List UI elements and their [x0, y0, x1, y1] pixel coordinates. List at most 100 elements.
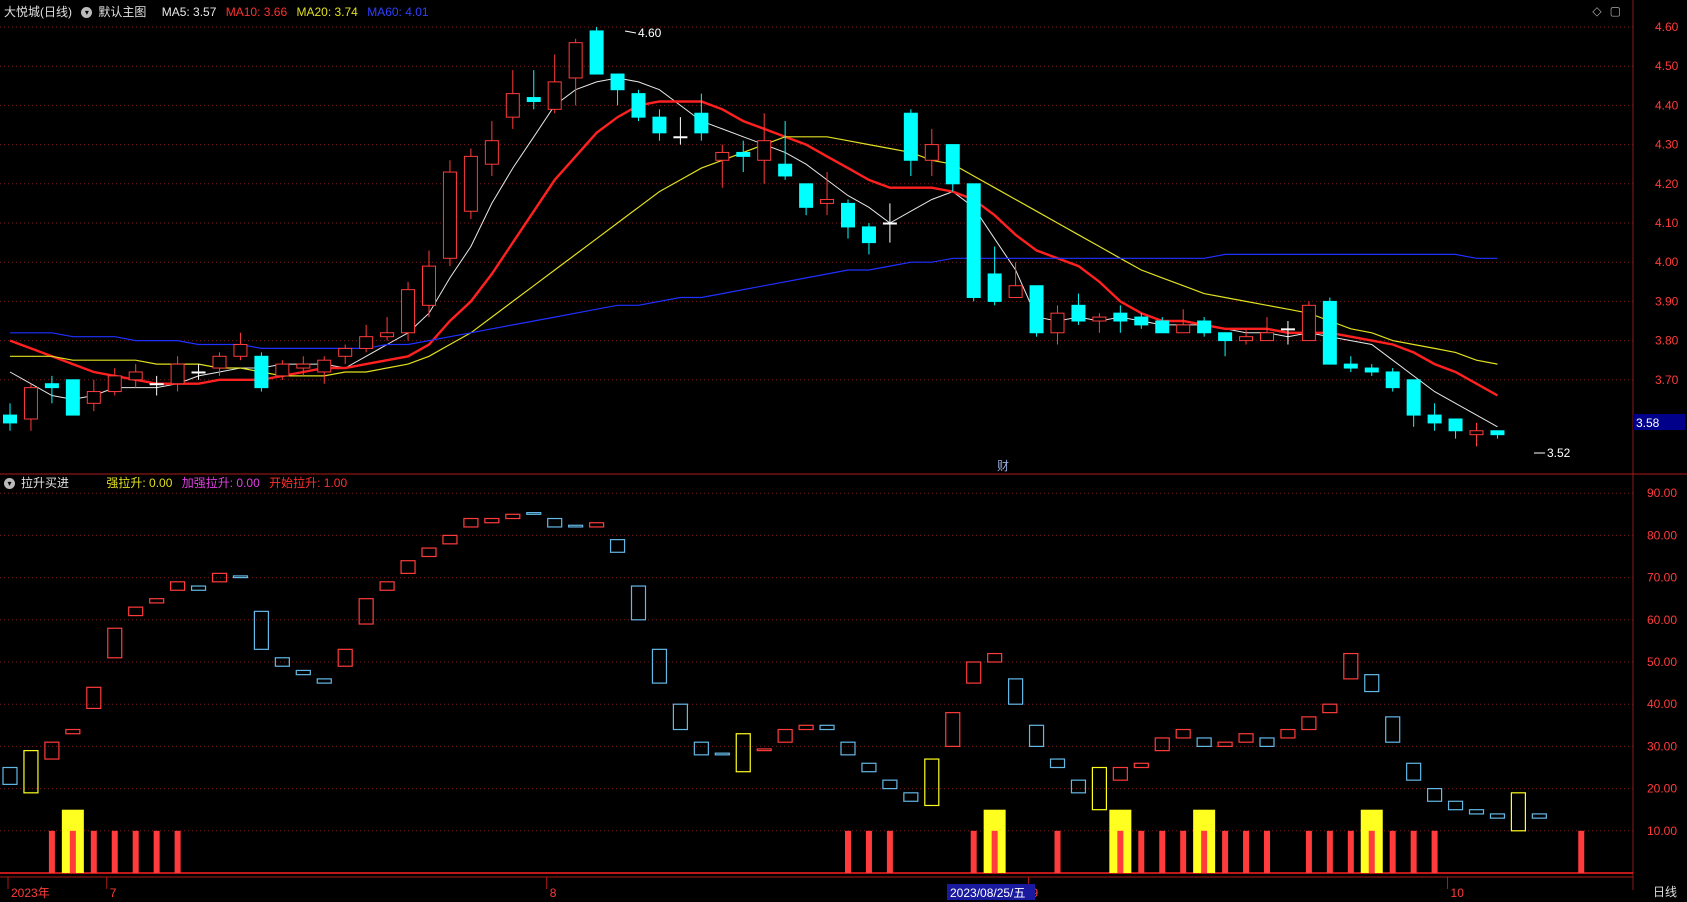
indicator-tick-label: 70.00 [1647, 571, 1677, 585]
start-pull-bar [1264, 830, 1270, 873]
indicator-box [1133, 762, 1149, 769]
indicator-box [1049, 758, 1066, 769]
indicator-box [547, 517, 563, 528]
extra-legend: 加强拉升: 0.00 [181, 476, 260, 490]
candle-body-up [1260, 332, 1274, 342]
indicator-box [421, 547, 437, 558]
start-pull-bar [1243, 830, 1250, 873]
candle-body-down [631, 93, 646, 118]
low-label: 3.52 [1547, 446, 1571, 460]
price-tick-label: 3.90 [1655, 294, 1679, 308]
start-pull-bar [1389, 830, 1396, 873]
price-tick-label: 4.60 [1655, 20, 1679, 34]
finance-marker[interactable]: 财 [997, 459, 1009, 473]
indicator-box [1007, 678, 1024, 705]
price-tick-label: 4.00 [1655, 255, 1679, 269]
template-selector[interactable]: ▾ 默认主图 [81, 5, 152, 19]
indicator-box [672, 703, 689, 731]
candle-body-up [338, 347, 353, 357]
ma20-legend: MA20: 3.74 [296, 5, 358, 19]
square-icon[interactable]: ▢ [1610, 4, 1629, 18]
indicator-box [149, 598, 165, 604]
indicator-tick-label: 90.00 [1647, 486, 1677, 500]
indicator-box [170, 581, 186, 591]
indicator-tick-label: 80.00 [1647, 528, 1677, 542]
indicator-box [777, 728, 793, 743]
indicator-box [1343, 652, 1359, 680]
candle-body-up [296, 363, 311, 369]
candle-body-down [44, 383, 59, 389]
start-pull-bar [1201, 830, 1208, 873]
start-legend: 开始拉升: 1.00 [269, 476, 348, 490]
date-cursor-label: 2023/08/25/五 [950, 886, 1025, 900]
indicator-box [693, 741, 709, 756]
indicator-box [903, 792, 919, 802]
candle-body-up [23, 387, 38, 420]
indicator-box [1426, 787, 1443, 802]
candle-body-down [736, 151, 751, 157]
indicator-tick-label: 40.00 [1647, 697, 1677, 711]
indicator-boxes [2, 512, 1547, 832]
indicator-box [1028, 724, 1045, 747]
start-pull-bar [1368, 830, 1375, 873]
indicator-box [568, 524, 584, 528]
time-label: 2023年 [11, 886, 50, 900]
high-label-arrow [624, 30, 637, 34]
indicator-box [86, 686, 102, 710]
diamond-icon[interactable]: ◇ [1592, 4, 1609, 18]
indicator-box [1531, 813, 1547, 819]
candle-body-up [317, 359, 332, 373]
chevron-down-icon[interactable]: ▾ [81, 7, 93, 19]
chevron-down-icon[interactable]: ▾ [4, 478, 15, 490]
stock-title[interactable]: 大悦城(日线) [4, 5, 72, 19]
candle-body-down [65, 379, 80, 416]
candle-body-down [610, 73, 625, 91]
price-tick-label: 4.10 [1655, 216, 1679, 230]
time-label: 10 [1451, 886, 1465, 900]
indicator-box [735, 733, 751, 773]
candle-body-up [1092, 316, 1107, 322]
start-pull-bar [970, 830, 977, 873]
indicator-box [966, 661, 982, 684]
indicator-box [840, 741, 856, 756]
candle-body-up [1469, 430, 1484, 436]
candle-body-down [1029, 285, 1044, 334]
indicator-box [1406, 762, 1422, 781]
start-pull-bar [865, 830, 872, 873]
start-pull-bar [1138, 830, 1145, 873]
ma5-legend: MA5: 3.57 [161, 5, 217, 19]
indicator-box [1510, 792, 1527, 832]
candle-body-up [1301, 304, 1316, 342]
panel-controls: ◇▢ [1592, 4, 1629, 18]
indicator-box [358, 598, 374, 625]
indicator-axis: 90.00 80.00 70.00 60.00 50.00 40.00 30.00 20.00… [1647, 486, 1677, 838]
start-pull-bar [886, 830, 893, 873]
candle-body-up [1050, 312, 1065, 334]
stock-chart[interactable]: 4.60 4.50 4.40 4.30 4.20 4.10 4.00 3.90 3.80 3.70… [0, 0, 1687, 902]
indicator-box [1112, 766, 1128, 781]
indicator-box [924, 758, 940, 807]
high-label: 4.60 [638, 26, 662, 40]
candle-body-up [401, 289, 416, 334]
price-tick-label: 4.50 [1655, 59, 1679, 73]
indicator-selector[interactable]: ▾ 拉升买进 [4, 476, 75, 490]
indicator-box [945, 712, 961, 748]
price-tick-label: 3.70 [1655, 373, 1679, 387]
candle-body-down [945, 144, 960, 185]
indicator-box [756, 748, 772, 752]
period-label[interactable]: 日线 [1653, 883, 1677, 900]
ma10-line [9, 100, 1499, 397]
indicator-box [2, 766, 18, 785]
candle-body-down [589, 30, 604, 75]
indicator-box [714, 752, 730, 756]
indicator-tick-label: 10.00 [1647, 824, 1677, 838]
candle-body-down [903, 112, 918, 161]
candle-body-down [1364, 367, 1379, 373]
candle-body-up [128, 371, 143, 381]
candle-body-down [3, 414, 17, 424]
price-tick-label: 4.40 [1655, 98, 1679, 112]
candle-body-down [1322, 300, 1337, 365]
candle-body-down [799, 183, 814, 208]
ma10-legend: MA10: 3.66 [225, 5, 288, 19]
indicator-gridlines [0, 492, 1633, 874]
